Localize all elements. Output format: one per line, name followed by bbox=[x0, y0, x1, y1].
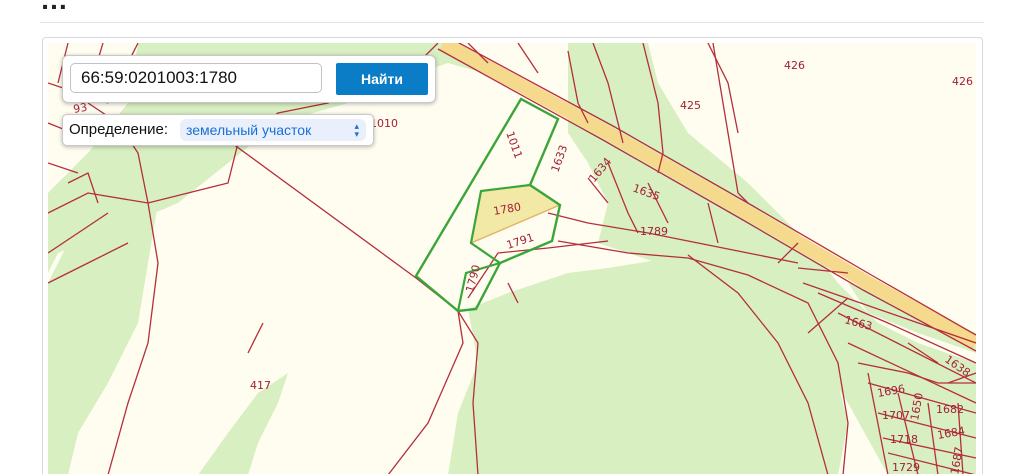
plot-label-1010: 1010 bbox=[370, 117, 398, 130]
definition-select[interactable]: земельный участок ▴ ▾ bbox=[180, 119, 366, 141]
definition-panel: Определение: земельный участок ▴ ▾ bbox=[62, 114, 374, 146]
page-heading-fragment: … bbox=[40, 0, 69, 16]
map-container[interactable]: 1780 1011 1633 1634 1635 1789 1790 1791 … bbox=[42, 37, 983, 474]
plot-label-417: 417 bbox=[250, 379, 271, 392]
plot-label-1682: 1682 bbox=[936, 403, 964, 416]
plot-label-1718: 1718 bbox=[890, 433, 918, 446]
plot-label-1707: 1707 bbox=[882, 409, 910, 422]
definition-label: Определение: bbox=[69, 121, 169, 138]
divider bbox=[40, 22, 984, 23]
find-button[interactable]: Найти bbox=[336, 63, 428, 95]
definition-selected-value: земельный участок bbox=[186, 122, 312, 138]
search-panel: Найти bbox=[62, 55, 436, 103]
cadastral-map[interactable]: 1780 1011 1633 1634 1635 1789 1790 1791 … bbox=[48, 43, 976, 474]
plot-label-1789: 1789 bbox=[640, 225, 668, 238]
plot-label-426-top: 426 bbox=[784, 59, 805, 72]
plot-label-1729: 1729 bbox=[892, 461, 920, 474]
plot-label-426-right: 426 bbox=[952, 75, 973, 88]
select-chevron-icon: ▴ ▾ bbox=[354, 121, 359, 139]
plot-label-425: 425 bbox=[680, 99, 701, 112]
cadastral-number-input[interactable] bbox=[70, 63, 322, 93]
